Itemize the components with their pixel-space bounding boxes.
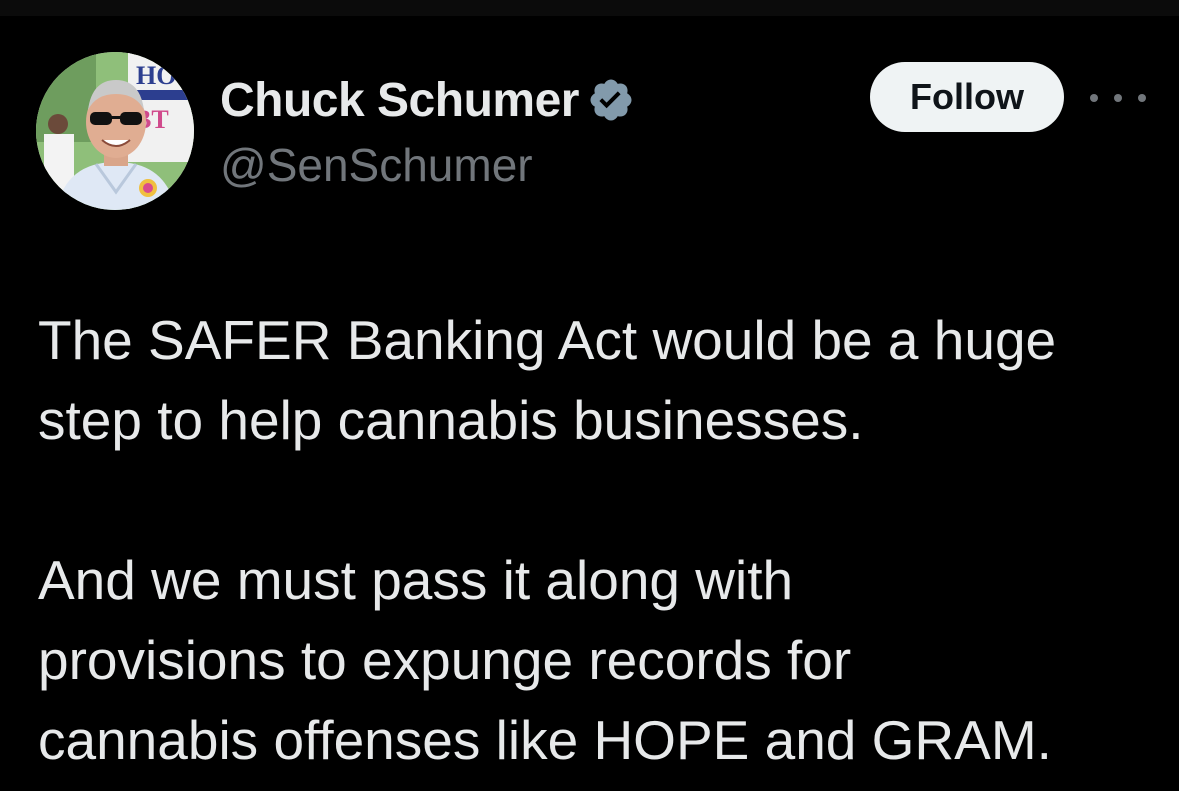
tweet-line: cannabis offenses like HOPE and GRAM. (38, 709, 1052, 771)
verified-badge-icon[interactable] (587, 76, 635, 124)
tweet-line: provisions to expunge records for (38, 629, 852, 691)
tweet-line: And we must pass it along with (38, 549, 794, 611)
more-dot-icon (1114, 94, 1122, 102)
author-display-name[interactable]: Chuck Schumer (220, 73, 579, 128)
tweet-text: The SAFER Banking Act would be a huge st… (38, 300, 1148, 780)
author-name-row: Chuck Schumer (220, 70, 635, 130)
tweet-line: The SAFER Banking Act would be a huge (38, 309, 1057, 371)
more-dot-icon (1090, 94, 1098, 102)
author-avatar[interactable]: HO BT (36, 52, 194, 210)
more-options-icon[interactable] (1090, 84, 1146, 112)
tweet-line: step to help cannabis businesses. (38, 389, 864, 451)
author-handle[interactable]: @SenSchumer (220, 138, 533, 192)
avatar-sign-text: HO (136, 61, 176, 90)
more-dot-icon (1138, 94, 1146, 102)
follow-button[interactable]: Follow (870, 62, 1064, 132)
tweet-card: HO BT Chuck Schumer @SenSchumer Follow T… (0, 0, 1179, 791)
profile-photo: HO BT (36, 52, 194, 210)
